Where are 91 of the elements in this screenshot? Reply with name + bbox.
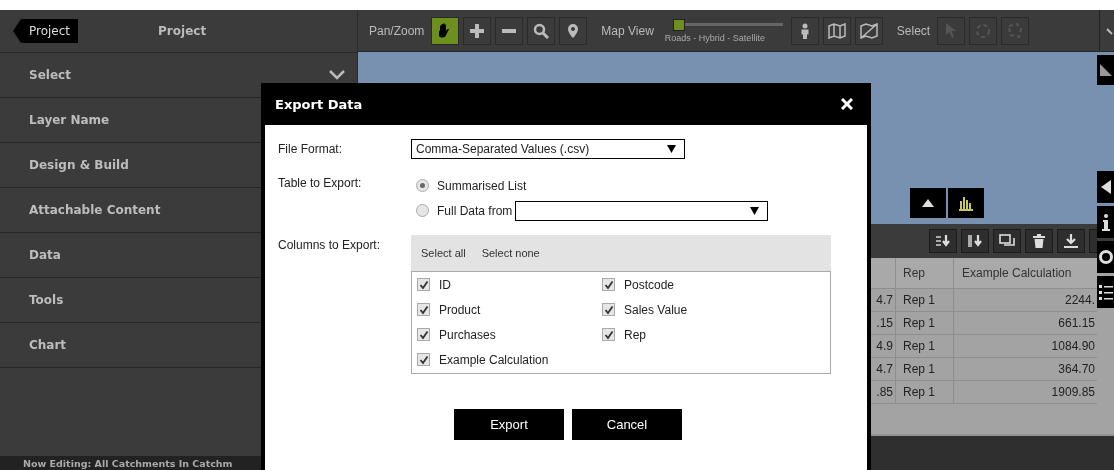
download-icon (1063, 233, 1079, 249)
source-dropdown[interactable] (515, 200, 769, 221)
slider-label: Roads - Hybrid - Satellite (664, 32, 765, 43)
field-label: File Format: (278, 141, 343, 156)
checkbox[interactable] (417, 278, 430, 291)
collapse-button[interactable] (910, 188, 946, 218)
dashed-circle-icon (975, 22, 992, 39)
close-icon[interactable] (841, 98, 853, 110)
ring-icon (1098, 250, 1113, 264)
toolbar-label: Pan/Zoom (369, 23, 425, 38)
plus-icon (470, 23, 485, 38)
radio-button[interactable] (416, 204, 429, 217)
minus-icon (502, 28, 517, 33)
checkbox[interactable] (417, 303, 430, 316)
table-cell: Rep 1 (896, 381, 954, 403)
info-icon (1101, 213, 1110, 231)
download-button[interactable] (1057, 229, 1085, 253)
street-view-button[interactable] (790, 16, 819, 45)
corner-triangle-icon (1099, 64, 1112, 76)
table-cell: Rep 1 (896, 358, 954, 380)
radio-label: Summarised List (437, 178, 527, 193)
copy-button[interactable] (993, 229, 1021, 253)
sort-down-button[interactable] (929, 229, 957, 253)
toolbar-label: Select (896, 23, 931, 38)
cancel-button[interactable]: Cancel (572, 409, 682, 440)
checkbox[interactable] (602, 278, 615, 291)
table-cell-text: 364.70 (1057, 361, 1096, 378)
checkbox-label: Sales Value (624, 302, 688, 317)
checkbox-label: ID (439, 277, 451, 292)
map-button[interactable] (822, 16, 851, 45)
column-down-arrow-icon (967, 234, 983, 248)
search-button[interactable] (527, 16, 556, 45)
location-pin-icon (568, 23, 579, 38)
hide-map-button[interactable] (854, 16, 883, 45)
table-cell-text: 1084.90 (1050, 338, 1096, 355)
circle-button[interactable] (1097, 241, 1114, 273)
map-off-icon (859, 22, 878, 39)
bar-chart-icon (958, 195, 974, 211)
checkbox[interactable] (602, 328, 615, 341)
checkbox-label: Postcode (624, 277, 675, 292)
triangle-up-icon (922, 199, 934, 207)
corner-button[interactable] (1097, 55, 1114, 85)
pointer-icon (945, 23, 957, 38)
column-header[interactable]: Example Calculation (954, 258, 1097, 288)
zoom-out-button[interactable] (495, 16, 524, 45)
radio-button[interactable] (416, 179, 429, 192)
checkbox-label: Example Calculation (439, 352, 549, 367)
selection-link[interactable]: Select none (481, 247, 540, 259)
list-icon (1098, 284, 1113, 300)
list-down-arrow-icon (935, 234, 951, 248)
export-button[interactable]: Export (454, 409, 564, 440)
panel-title: Project (158, 24, 207, 38)
chevron-down-icon (329, 70, 345, 80)
dropdown-arrow-icon (667, 145, 676, 153)
back-button[interactable]: Project (13, 19, 79, 43)
list-button[interactable] (1097, 276, 1114, 308)
chart-button[interactable] (948, 188, 984, 218)
checkbox-label: Rep (624, 327, 646, 342)
zoom-in-button[interactable] (463, 16, 492, 45)
collapse-left-button[interactable] (1097, 171, 1114, 203)
pan-button[interactable] (431, 16, 460, 45)
trash-icon (1032, 233, 1046, 249)
toolbar-label: Map View (601, 23, 654, 38)
chevron-icon[interactable] (1106, 25, 1114, 36)
table-cell-text: 2244. (1063, 292, 1096, 309)
move-down-button[interactable] (961, 229, 989, 253)
radio-label: Full Data from (437, 203, 513, 218)
info-button[interactable] (1097, 206, 1114, 238)
search-icon (533, 22, 550, 39)
column-header[interactable]: Rep (896, 258, 954, 288)
checkbox-label: Product (439, 302, 481, 317)
checkbox[interactable] (602, 303, 615, 316)
triangle-left-icon (1100, 180, 1111, 194)
checkbox-label: Purchases (439, 327, 496, 342)
location-pin-button[interactable] (559, 16, 588, 45)
selection-link[interactable]: Select all (421, 247, 466, 259)
person-icon (800, 22, 809, 39)
dropdown-arrow-icon (750, 206, 760, 215)
file-format-dropdown[interactable]: Comma-Separated Values (.csv) (411, 139, 685, 159)
table-cell-text: 1909.85 (1050, 384, 1096, 401)
checkbox[interactable] (417, 328, 430, 341)
copy-icon (999, 234, 1015, 248)
table-cell-text: 661.15 (1057, 315, 1096, 332)
table-cell: Rep 1 (896, 335, 954, 357)
delete-button[interactable] (1025, 229, 1053, 253)
map-icon (827, 22, 846, 39)
checkbox[interactable] (417, 353, 430, 366)
table-cell: Rep 1 (896, 289, 954, 311)
table-cell: Rep 1 (896, 312, 954, 334)
hand-icon (439, 23, 452, 38)
dashed-polygon-icon (1007, 22, 1024, 39)
